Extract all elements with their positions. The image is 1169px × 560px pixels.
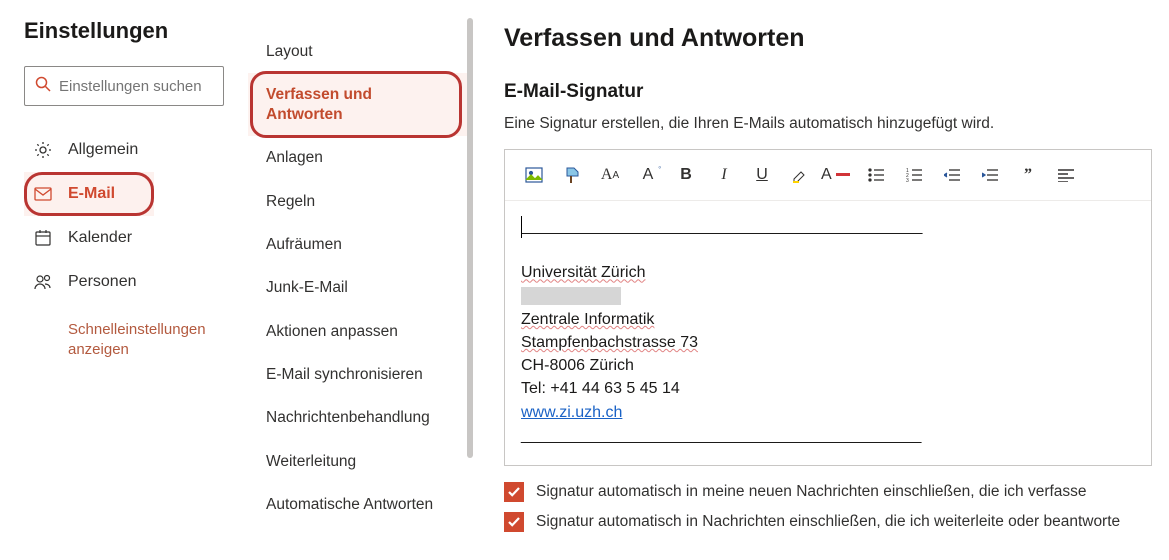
panel-title: Einstellungen bbox=[24, 18, 237, 44]
nav-people-label: Personen bbox=[68, 273, 137, 291]
subnav-scrollbar[interactable] bbox=[467, 18, 473, 458]
sig-url[interactable]: www.zi.uzh.ch bbox=[521, 404, 622, 421]
subnav-sweep[interactable]: Aufräumen bbox=[248, 223, 468, 266]
increase-indent-icon[interactable] bbox=[973, 160, 1007, 190]
sig-redacted-name bbox=[521, 287, 621, 305]
settings-column: Einstellungen Allgemein E-Mail Kalender … bbox=[0, 0, 248, 560]
decrease-indent-icon[interactable] bbox=[935, 160, 969, 190]
subnav-custom-actions[interactable]: Aktionen anpassen bbox=[248, 310, 468, 353]
nav-people[interactable]: Personen bbox=[24, 260, 237, 304]
font-size-icon[interactable]: A◦ bbox=[631, 160, 665, 190]
subnav-auto-replies[interactable]: Automatische Antworten bbox=[248, 483, 468, 526]
svg-text:3: 3 bbox=[906, 178, 909, 182]
gear-icon bbox=[32, 141, 54, 159]
search-icon bbox=[35, 76, 51, 97]
nav-calendar-label: Kalender bbox=[68, 229, 132, 247]
people-icon bbox=[32, 273, 54, 291]
font-color-icon[interactable]: A bbox=[821, 160, 855, 190]
align-icon[interactable] bbox=[1049, 160, 1083, 190]
checkbox-fwd-label: Signatur automatisch in Nachrichten eins… bbox=[536, 513, 1120, 531]
sig-dept: Zentrale Informatik bbox=[521, 311, 654, 328]
subnav-forwarding[interactable]: Weiterleitung bbox=[248, 440, 468, 483]
checkbox-checked-icon bbox=[504, 512, 524, 532]
quote-icon[interactable]: ” bbox=[1011, 160, 1045, 190]
main-title: Verfassen und Antworten bbox=[504, 24, 1169, 53]
subnav-column: Layout Verfassen und Antworten Anlagen R… bbox=[248, 0, 468, 560]
sig-org: Universität Zürich bbox=[521, 264, 645, 281]
highlight-icon[interactable] bbox=[783, 160, 817, 190]
subnav-message-handling[interactable]: Nachrichtenbehandlung bbox=[248, 396, 468, 439]
checkbox-checked-icon bbox=[504, 482, 524, 502]
mail-icon bbox=[32, 187, 54, 201]
subnav-junk[interactable]: Junk-E-Mail bbox=[248, 266, 468, 309]
search-box[interactable] bbox=[24, 66, 224, 106]
signature-textarea[interactable]: ________________________________________… bbox=[505, 201, 1151, 465]
quick-settings-link[interactable]: Schnelleinstellungen anzeigen bbox=[68, 320, 218, 359]
search-input[interactable] bbox=[59, 78, 258, 95]
sig-tel: Tel: +41 44 63 5 45 14 bbox=[521, 380, 680, 397]
subnav-rules[interactable]: Regeln bbox=[248, 180, 468, 223]
nav-general-label: Allgemein bbox=[68, 141, 138, 159]
checkbox-new-messages[interactable]: Signatur automatisch in meine neuen Nach… bbox=[504, 482, 1169, 502]
calendar-icon bbox=[32, 229, 54, 247]
italic-icon[interactable]: I bbox=[707, 160, 741, 190]
checkbox-new-label: Signatur automatisch in meine neuen Nach… bbox=[536, 483, 1087, 501]
sig-street: Stampfenbachstrasse 73 bbox=[521, 334, 698, 351]
subnav-layout[interactable]: Layout bbox=[248, 30, 468, 73]
subnav-attachments[interactable]: Anlagen bbox=[248, 136, 468, 179]
font-family-icon[interactable]: AA bbox=[593, 160, 627, 190]
format-painter-icon[interactable] bbox=[555, 160, 589, 190]
sig-city: CH-8006 Zürich bbox=[521, 357, 634, 374]
insert-image-icon[interactable] bbox=[517, 160, 551, 190]
nav-email-label: E-Mail bbox=[68, 185, 115, 203]
underline-icon[interactable]: U bbox=[745, 160, 779, 190]
main-pane: Verfassen und Antworten E-Mail-Signatur … bbox=[468, 0, 1169, 560]
subnav-sync[interactable]: E-Mail synchronisieren bbox=[248, 353, 468, 396]
signature-editor: AA A◦ B I U A 123 ” bbox=[504, 149, 1152, 466]
section-description: Eine Signatur erstellen, die Ihren E-Mai… bbox=[504, 115, 1169, 133]
numbered-list-icon[interactable]: 123 bbox=[897, 160, 931, 190]
bold-icon[interactable]: B bbox=[669, 160, 703, 190]
nav-calendar[interactable]: Kalender bbox=[24, 216, 237, 260]
nav-email[interactable]: E-Mail bbox=[24, 172, 154, 216]
bullet-list-icon[interactable] bbox=[859, 160, 893, 190]
editor-toolbar: AA A◦ B I U A 123 ” bbox=[505, 150, 1151, 201]
checkbox-fwd-reply[interactable]: Signatur automatisch in Nachrichten eins… bbox=[504, 512, 1169, 532]
subnav-compose-reply[interactable]: Verfassen und Antworten bbox=[248, 73, 468, 136]
section-title: E-Mail-Signatur bbox=[504, 81, 1169, 103]
nav-general[interactable]: Allgemein bbox=[24, 128, 237, 172]
